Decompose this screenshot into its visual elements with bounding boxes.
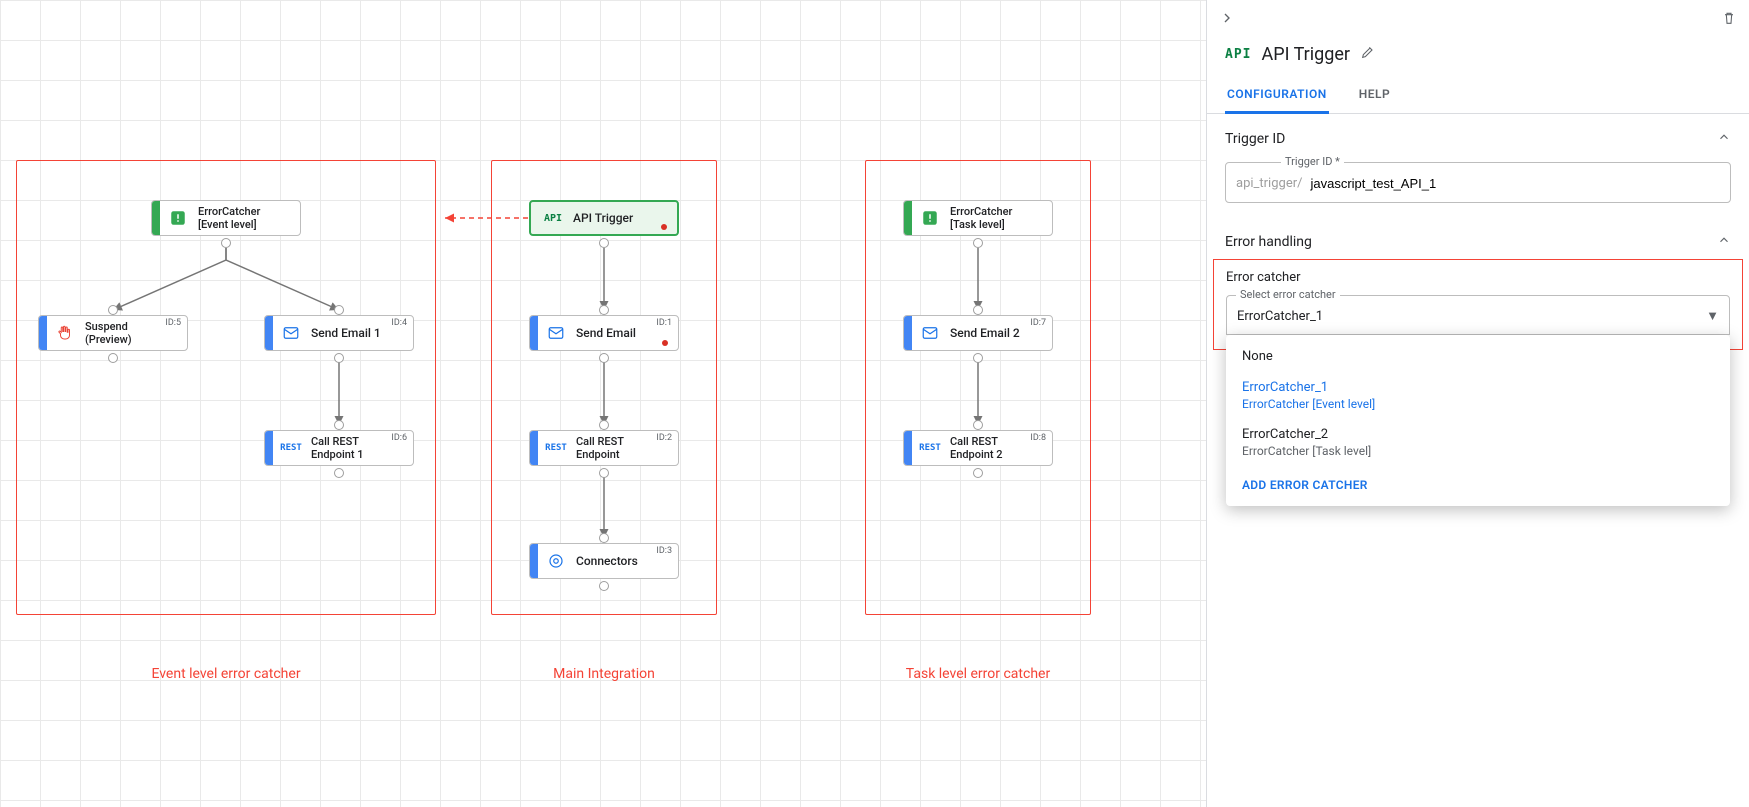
tab-help[interactable]: HELP — [1357, 77, 1392, 113]
tab-configuration[interactable]: CONFIGURATION — [1225, 77, 1329, 114]
node-label: Call REST Endpoint — [576, 435, 624, 461]
properties-panel: API API Trigger CONFIGURATION HELP Trigg… — [1206, 0, 1749, 807]
trigger-id-prefix: api_trigger/ — [1236, 176, 1302, 191]
node-connectors[interactable]: Connectors ID:3 — [529, 543, 679, 579]
error-catcher-heading: Error catcher — [1226, 270, 1730, 285]
error-catcher-dropdown: None ErrorCatcher_1 ErrorCatcher [Event … — [1226, 335, 1730, 506]
label-main-integration: Main Integration — [491, 666, 717, 682]
node-send-email[interactable]: Send Email ID:1 — [529, 315, 679, 351]
port-in[interactable] — [334, 305, 344, 315]
node-errorcatcher-task[interactable]: ErrorCatcher [Task level] — [903, 200, 1053, 236]
port-in[interactable] — [599, 305, 609, 315]
port-out[interactable] — [334, 468, 344, 478]
connector-icon — [544, 549, 568, 573]
section-error-handling[interactable]: Error handling — [1207, 217, 1749, 259]
node-id: ID:7 — [1030, 318, 1046, 328]
node-label: Send Email — [576, 326, 636, 340]
port-out[interactable] — [334, 353, 344, 363]
error-icon — [166, 206, 190, 230]
port-in[interactable] — [334, 420, 344, 430]
port-in[interactable] — [973, 305, 983, 315]
node-id: ID:4 — [391, 318, 407, 328]
node-label: Call REST Endpoint 2 — [950, 435, 1003, 461]
node-api-trigger[interactable]: API API Trigger — [529, 200, 679, 236]
node-label: Call REST Endpoint 1 — [311, 435, 364, 461]
collapse-panel-icon[interactable] — [1219, 10, 1235, 31]
node-id: ID:5 — [165, 318, 181, 328]
label-task-level: Task level error catcher — [865, 666, 1091, 682]
chevron-up-icon[interactable] — [1717, 233, 1731, 251]
dropdown-option-errorcatcher-2[interactable]: ErrorCatcher_2 ErrorCatcher [Task level] — [1226, 419, 1730, 466]
node-id: ID:2 — [656, 433, 672, 443]
port-out[interactable] — [599, 581, 609, 591]
select-value: ErrorCatcher_1 — [1237, 309, 1323, 324]
node-label: Send Email 2 — [950, 326, 1020, 340]
port-out[interactable] — [108, 353, 118, 363]
port-out[interactable] — [973, 353, 983, 363]
port-out[interactable] — [599, 468, 609, 478]
node-label: Suspend (Preview) — [85, 320, 132, 346]
mail-icon — [918, 321, 942, 345]
trigger-id-input[interactable] — [1308, 175, 1720, 192]
node-label: Send Email 1 — [311, 326, 381, 340]
dropdown-option-errorcatcher-1[interactable]: ErrorCatcher_1 ErrorCatcher [Event level… — [1226, 372, 1730, 419]
node-errorcatcher-event[interactable]: ErrorCatcher [Event level] — [151, 200, 301, 236]
node-label: ErrorCatcher [Event level] — [198, 205, 260, 231]
port-in[interactable] — [108, 305, 118, 315]
error-icon — [918, 206, 942, 230]
error-catcher-config: Error catcher Select error catcher Error… — [1213, 259, 1743, 350]
api-badge-icon: API — [1225, 47, 1251, 62]
panel-title: API Trigger — [1261, 44, 1350, 65]
trigger-id-field[interactable]: Trigger ID * api_trigger/ — [1225, 162, 1731, 203]
node-id: ID:6 — [391, 433, 407, 443]
hand-icon — [53, 321, 77, 345]
caret-down-icon: ▼ — [1706, 308, 1719, 324]
label-event-level: Event level error catcher — [16, 666, 436, 682]
port-out[interactable] — [973, 238, 983, 248]
panel-title-row: API API Trigger — [1207, 40, 1749, 73]
port-out[interactable] — [973, 468, 983, 478]
status-dot — [662, 340, 668, 346]
error-catcher-select[interactable]: Select error catcher ErrorCatcher_1 ▼ No… — [1226, 295, 1730, 335]
section-trigger-id-label: Trigger ID — [1225, 131, 1285, 147]
port-out[interactable] — [221, 238, 231, 248]
port-in[interactable] — [973, 420, 983, 430]
node-id: ID:1 — [656, 318, 672, 328]
edit-title-icon[interactable] — [1360, 44, 1376, 65]
rest-icon: REST — [279, 436, 303, 460]
node-id: ID:3 — [656, 546, 672, 556]
mail-icon — [544, 321, 568, 345]
port-in[interactable] — [599, 420, 609, 430]
node-rest[interactable]: REST Call REST Endpoint ID:2 — [529, 430, 679, 466]
rest-icon: REST — [544, 436, 568, 460]
node-label: Connectors — [576, 554, 638, 568]
node-rest-2[interactable]: REST Call REST Endpoint 2 ID:8 — [903, 430, 1053, 466]
dropdown-add-error-catcher[interactable]: ADD ERROR CATCHER — [1226, 466, 1730, 500]
node-send-email-2[interactable]: Send Email 2 ID:7 — [903, 315, 1053, 351]
delete-icon[interactable] — [1721, 10, 1737, 31]
section-trigger-id[interactable]: Trigger ID — [1207, 114, 1749, 156]
status-dot — [661, 224, 667, 230]
trigger-id-legend: Trigger ID * — [1281, 155, 1344, 168]
select-legend: Select error catcher — [1236, 288, 1340, 301]
node-send-email-1[interactable]: Send Email 1 ID:4 — [264, 315, 414, 351]
node-id: ID:8 — [1030, 433, 1046, 443]
panel-tabs: CONFIGURATION HELP — [1207, 77, 1749, 114]
port-out[interactable] — [599, 353, 609, 363]
port-out[interactable] — [599, 238, 609, 248]
node-suspend[interactable]: Suspend (Preview) ID:5 — [38, 315, 188, 351]
api-icon: API — [541, 206, 565, 230]
port-in[interactable] — [599, 533, 609, 543]
section-error-handling-label: Error handling — [1225, 234, 1312, 250]
chevron-up-icon[interactable] — [1717, 130, 1731, 148]
integration-canvas[interactable]: Event level error catcher Main Integrati… — [0, 0, 1206, 807]
mail-icon — [279, 321, 303, 345]
rest-icon: REST — [918, 436, 942, 460]
node-rest-1[interactable]: REST Call REST Endpoint 1 ID:6 — [264, 430, 414, 466]
node-label: API Trigger — [573, 211, 633, 225]
node-label: ErrorCatcher [Task level] — [950, 205, 1012, 231]
dropdown-option-none[interactable]: None — [1226, 341, 1730, 372]
